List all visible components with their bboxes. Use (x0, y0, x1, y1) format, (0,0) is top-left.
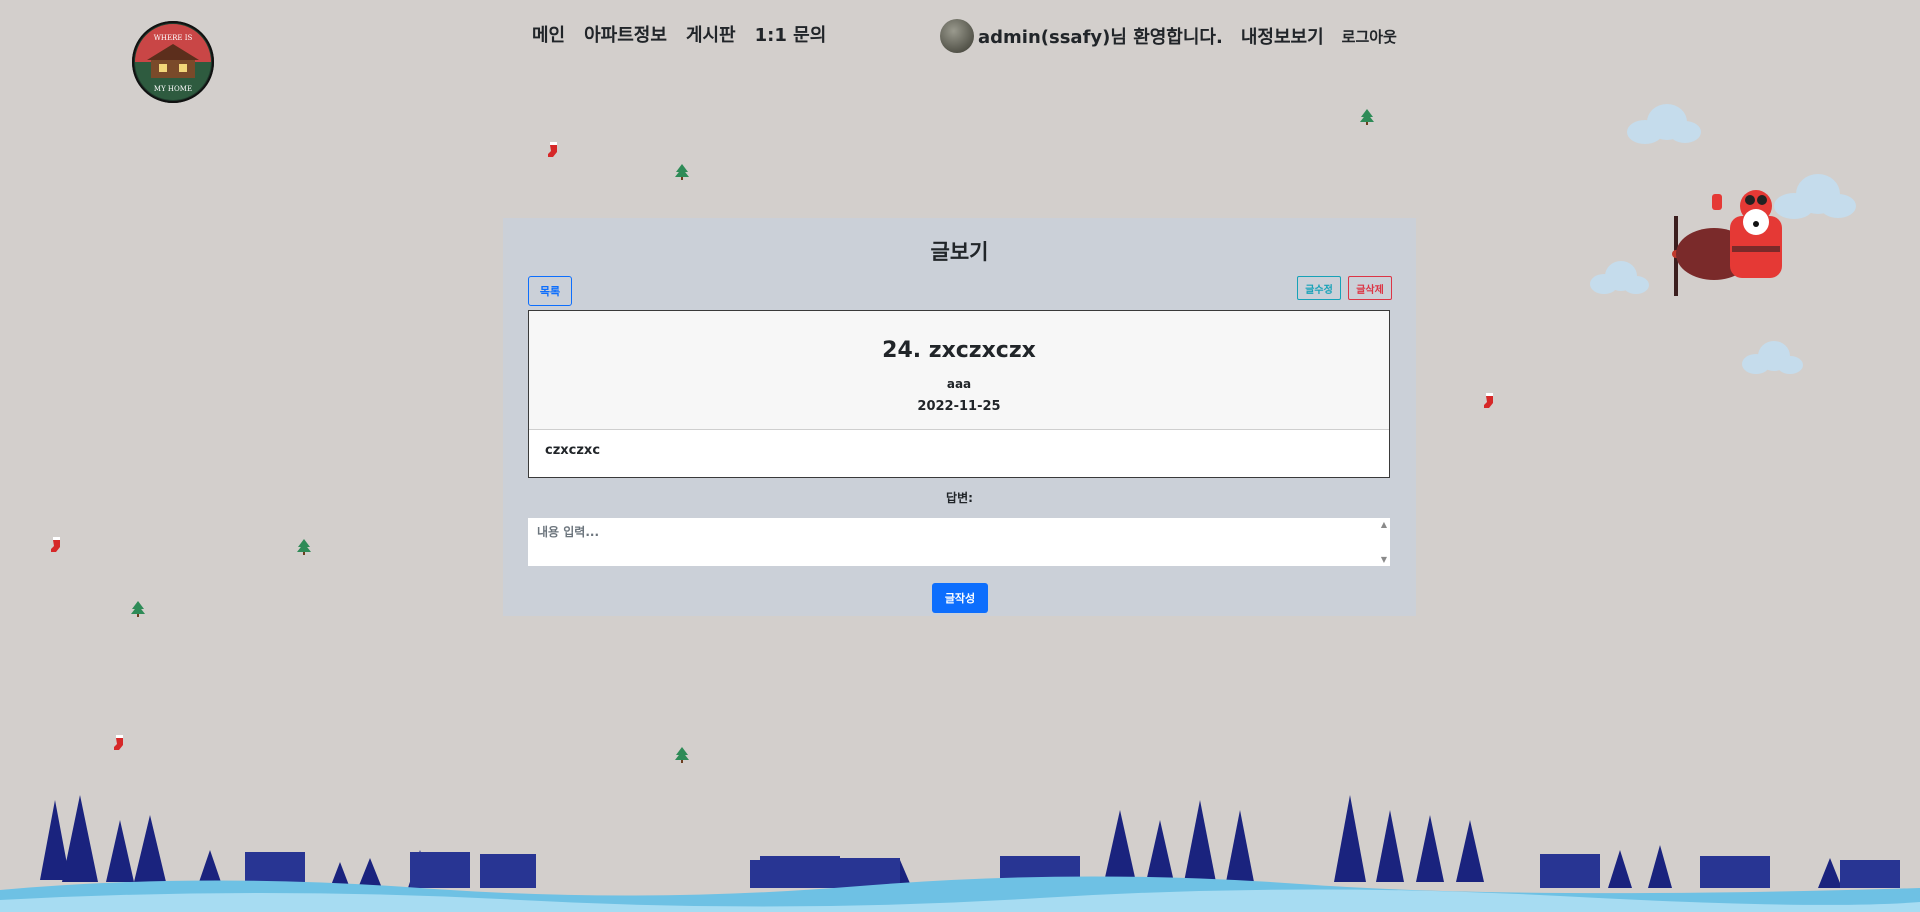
textarea-scrollbar[interactable]: ▲ ▼ (1379, 520, 1389, 564)
tree-icon (1360, 109, 1374, 125)
post-content: czxczxc (545, 443, 601, 458)
delete-post-button[interactable]: 글삭제 (1348, 276, 1392, 300)
stocking-icon (51, 537, 60, 552)
tree-icon (675, 747, 689, 763)
answer-textarea[interactable] (528, 518, 1390, 566)
nav-apartment-info[interactable]: 아파트정보 (584, 21, 667, 47)
edit-post-button[interactable]: 글수정 (1297, 276, 1341, 300)
post-header: 24. zxczxczx aaa 2022-11-25 (529, 311, 1389, 430)
cloud-icon (1627, 104, 1701, 144)
cloud-icon (1590, 261, 1649, 294)
cloud-icon (1742, 341, 1803, 374)
nav-main[interactable]: 메인 (532, 21, 565, 47)
page-title: 글보기 (930, 240, 989, 264)
scroll-down-icon[interactable]: ▼ (1379, 555, 1389, 564)
my-info-link[interactable]: 내정보보기 (1241, 23, 1324, 49)
tree-icon (297, 539, 311, 555)
logout-link[interactable]: 로그아웃 (1342, 26, 1397, 47)
post-view-panel: 글보기 목록 글수정 글삭제 24. zxczxczx aaa 2022-11-… (503, 218, 1416, 616)
tree-icon (675, 164, 689, 180)
winter-village-scenery (0, 795, 1920, 912)
post-title: 24. zxczxczx (882, 338, 1036, 363)
user-area: admin(ssafy)님 환영합니다. 내정보보기 로그아웃 (940, 19, 1397, 53)
stocking-icon (1484, 393, 1493, 408)
scroll-up-icon[interactable]: ▲ (1379, 520, 1389, 529)
write-answer-button[interactable]: 글작성 (932, 583, 988, 613)
avatar[interactable] (940, 19, 974, 53)
tree-icon (131, 601, 145, 617)
main-nav: 메인 아파트정보 게시판 1:1 문의 (532, 21, 826, 47)
post-card: 24. zxczxczx aaa 2022-11-25 czxczxc (528, 310, 1390, 478)
stocking-icon (548, 142, 557, 157)
santa-airplane-icon (1672, 190, 1782, 296)
list-button[interactable]: 목록 (528, 276, 572, 306)
logo-text-top: WHERE IS (154, 34, 193, 42)
nav-inquiry[interactable]: 1:1 문의 (755, 21, 827, 47)
answer-label: 답변: (946, 491, 973, 505)
post-author: aaa (946, 377, 972, 391)
where-is-my-home-logo[interactable]: WHERE IS MY HOME (131, 20, 215, 104)
stocking-icon (114, 735, 123, 750)
post-date: 2022-11-25 (917, 399, 1001, 414)
logo-text-bottom: MY HOME (154, 85, 192, 93)
welcome-text: admin(ssafy)님 환영합니다. (978, 27, 1223, 48)
nav-board[interactable]: 게시판 (686, 21, 736, 47)
